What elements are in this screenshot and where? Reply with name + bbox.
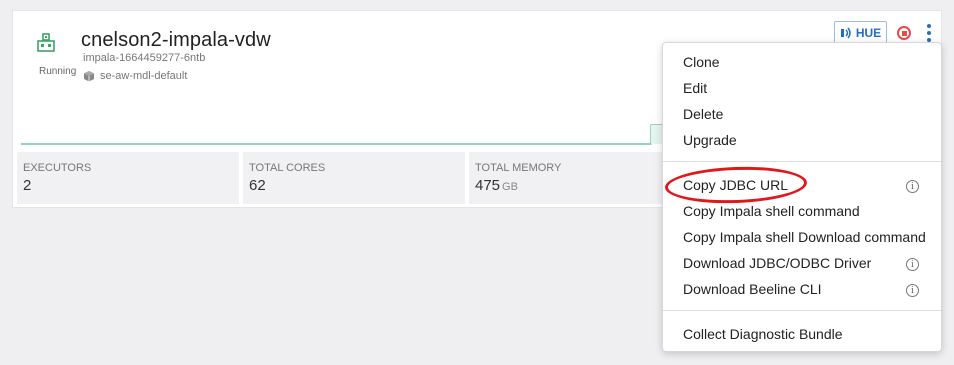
menu-divider	[663, 161, 941, 162]
menu-item-upgrade[interactable]: Upgrade	[683, 132, 737, 148]
cluster-name[interactable]: cnelson2-impala-vdw	[81, 29, 271, 52]
kebab-dot-icon	[927, 31, 931, 35]
menu-item-delete[interactable]: Delete	[683, 106, 723, 122]
stat-label: TOTAL MEMORY	[475, 162, 562, 174]
menu-item-download-beeline-cli[interactable]: Download Beeline CLI	[683, 281, 822, 297]
info-icon[interactable]: i	[906, 284, 919, 297]
kebab-dot-icon	[927, 24, 931, 28]
menu-item-edit[interactable]: Edit	[683, 80, 707, 96]
environment-row: se-aw-mdl-default	[83, 70, 187, 82]
menu-item-collect-diagnostic-bundle[interactable]: Collect Diagnostic Bundle	[683, 326, 843, 342]
menu-item-copy-impala-shell-command[interactable]: Copy Impala shell command	[683, 203, 860, 219]
menu-item-clone[interactable]: Clone	[683, 54, 720, 70]
stop-icon	[901, 30, 907, 36]
stat-value: 2	[23, 177, 32, 194]
stat-value: 475 GB	[475, 177, 518, 194]
cluster-id: impala-1664459277-6ntb	[83, 52, 206, 64]
menu-item-copy-jdbc-url[interactable]: Copy JDBC URL	[683, 177, 788, 193]
environment-name: se-aw-mdl-default	[100, 70, 188, 82]
status-label: Running	[39, 66, 77, 77]
activity-sparkline	[21, 124, 671, 145]
stat-executors: EXECUTORS 2	[17, 152, 239, 204]
cluster-status-icon	[37, 33, 55, 52]
info-icon[interactable]: i	[906, 180, 919, 193]
more-options-button[interactable]	[925, 24, 933, 42]
stop-button[interactable]	[897, 26, 911, 40]
info-icon[interactable]: i	[906, 258, 919, 271]
stat-value: 62	[249, 177, 266, 194]
stat-total-cores: TOTAL CORES 62	[243, 152, 465, 204]
hue-icon	[840, 27, 851, 39]
actions-dropdown-menu: Clone Edit Delete Upgrade Copy JDBC URL …	[662, 42, 942, 352]
stats-row: EXECUTORS 2 TOTAL CORES 62 TOTAL MEMORY …	[17, 152, 691, 204]
stat-label: TOTAL CORES	[249, 162, 326, 174]
menu-divider	[663, 310, 941, 311]
hue-button-label: HUE	[855, 26, 882, 40]
stat-unit: GB	[502, 181, 518, 193]
menu-item-copy-impala-shell-download-command[interactable]: Copy Impala shell Download command	[683, 229, 926, 245]
menu-item-download-jdbc-odbc-driver[interactable]: Download JDBC/ODBC Driver	[683, 255, 871, 271]
environment-cube-icon	[84, 71, 94, 82]
stat-total-memory: TOTAL MEMORY 475 GB	[469, 152, 691, 204]
stat-label: EXECUTORS	[23, 162, 92, 174]
